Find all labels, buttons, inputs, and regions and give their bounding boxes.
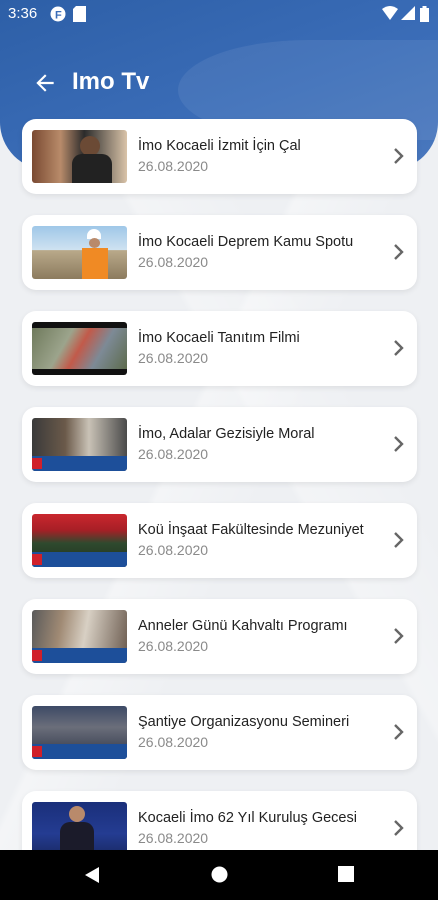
video-thumbnail <box>32 514 127 567</box>
home-nav-icon[interactable] <box>211 866 228 883</box>
video-date: 26.08.2020 <box>138 638 209 654</box>
video-date: 26.08.2020 <box>138 734 209 750</box>
video-title: Şantiye Organizasyonu Semineri <box>138 714 350 730</box>
video-thumbnail <box>32 610 127 663</box>
video-title: Anneler Günü Kahvaltı Programı <box>138 618 348 634</box>
video-thumbnail <box>32 322 127 375</box>
video-title: İmo, Adalar Gezisiyle Moral <box>138 426 315 442</box>
video-thumbnail <box>32 706 127 759</box>
video-list-item[interactable]: Koü İnşaat Fakültesinde Mezuniyet 26.08.… <box>22 503 417 578</box>
video-date: 26.08.2020 <box>138 350 209 366</box>
video-title: Koü İnşaat Fakültesinde Mezuniyet <box>138 522 364 538</box>
back-arrow-icon[interactable] <box>32 70 58 96</box>
video-date: 26.08.2020 <box>138 158 209 174</box>
video-title: İmo Kocaeli Deprem Kamu Spotu <box>138 234 354 250</box>
chevron-right-icon <box>394 436 404 452</box>
battery-icon <box>420 6 429 22</box>
status-time: 3:36 <box>8 5 38 22</box>
video-thumbnail <box>32 418 127 471</box>
video-date: 26.08.2020 <box>138 830 209 846</box>
svg-text:F: F <box>55 10 62 22</box>
video-thumbnail <box>32 130 127 183</box>
chevron-right-icon <box>394 148 404 164</box>
chevron-right-icon <box>394 532 404 548</box>
chevron-right-icon <box>394 340 404 356</box>
video-title: Kocaeli İmo 62 Yıl Kuruluş Gecesi <box>138 810 357 826</box>
video-list-item[interactable]: Şantiye Organizasyonu Semineri 26.08.202… <box>22 695 417 770</box>
signal-icon <box>401 6 415 20</box>
back-nav-icon[interactable] <box>84 866 100 884</box>
video-title: İmo Kocaeli Tanıtım Filmi <box>138 330 300 346</box>
chevron-right-icon <box>394 244 404 260</box>
video-date: 26.08.2020 <box>138 254 209 270</box>
recents-nav-icon[interactable] <box>338 866 354 882</box>
video-thumbnail <box>32 226 127 279</box>
video-list-item[interactable]: İmo, Adalar Gezisiyle Moral 26.08.2020 <box>22 407 417 482</box>
chevron-right-icon <box>394 820 404 836</box>
chevron-right-icon <box>394 628 404 644</box>
notification-f-icon: F <box>50 6 66 22</box>
video-date: 26.08.2020 <box>138 542 209 558</box>
video-list-item[interactable]: İmo Kocaeli Deprem Kamu Spotu 26.08.2020 <box>22 215 417 290</box>
video-list-item[interactable]: Anneler Günü Kahvaltı Programı 26.08.202… <box>22 599 417 674</box>
video-thumbnail <box>32 802 127 855</box>
status-bar: 3:36 F <box>0 0 438 28</box>
system-navigation-bar <box>0 850 438 900</box>
video-list-item[interactable]: İmo Kocaeli Tanıtım Filmi 26.08.2020 <box>22 311 417 386</box>
video-list-item[interactable]: İmo Kocaeli İzmit İçin Çal 26.08.2020 <box>22 119 417 194</box>
chevron-right-icon <box>394 724 404 740</box>
sd-card-icon <box>73 6 86 22</box>
wifi-icon <box>382 6 398 20</box>
video-title: İmo Kocaeli İzmit İçin Çal <box>138 138 301 154</box>
video-date: 26.08.2020 <box>138 446 209 462</box>
page-title: Imo Tv <box>72 68 150 95</box>
